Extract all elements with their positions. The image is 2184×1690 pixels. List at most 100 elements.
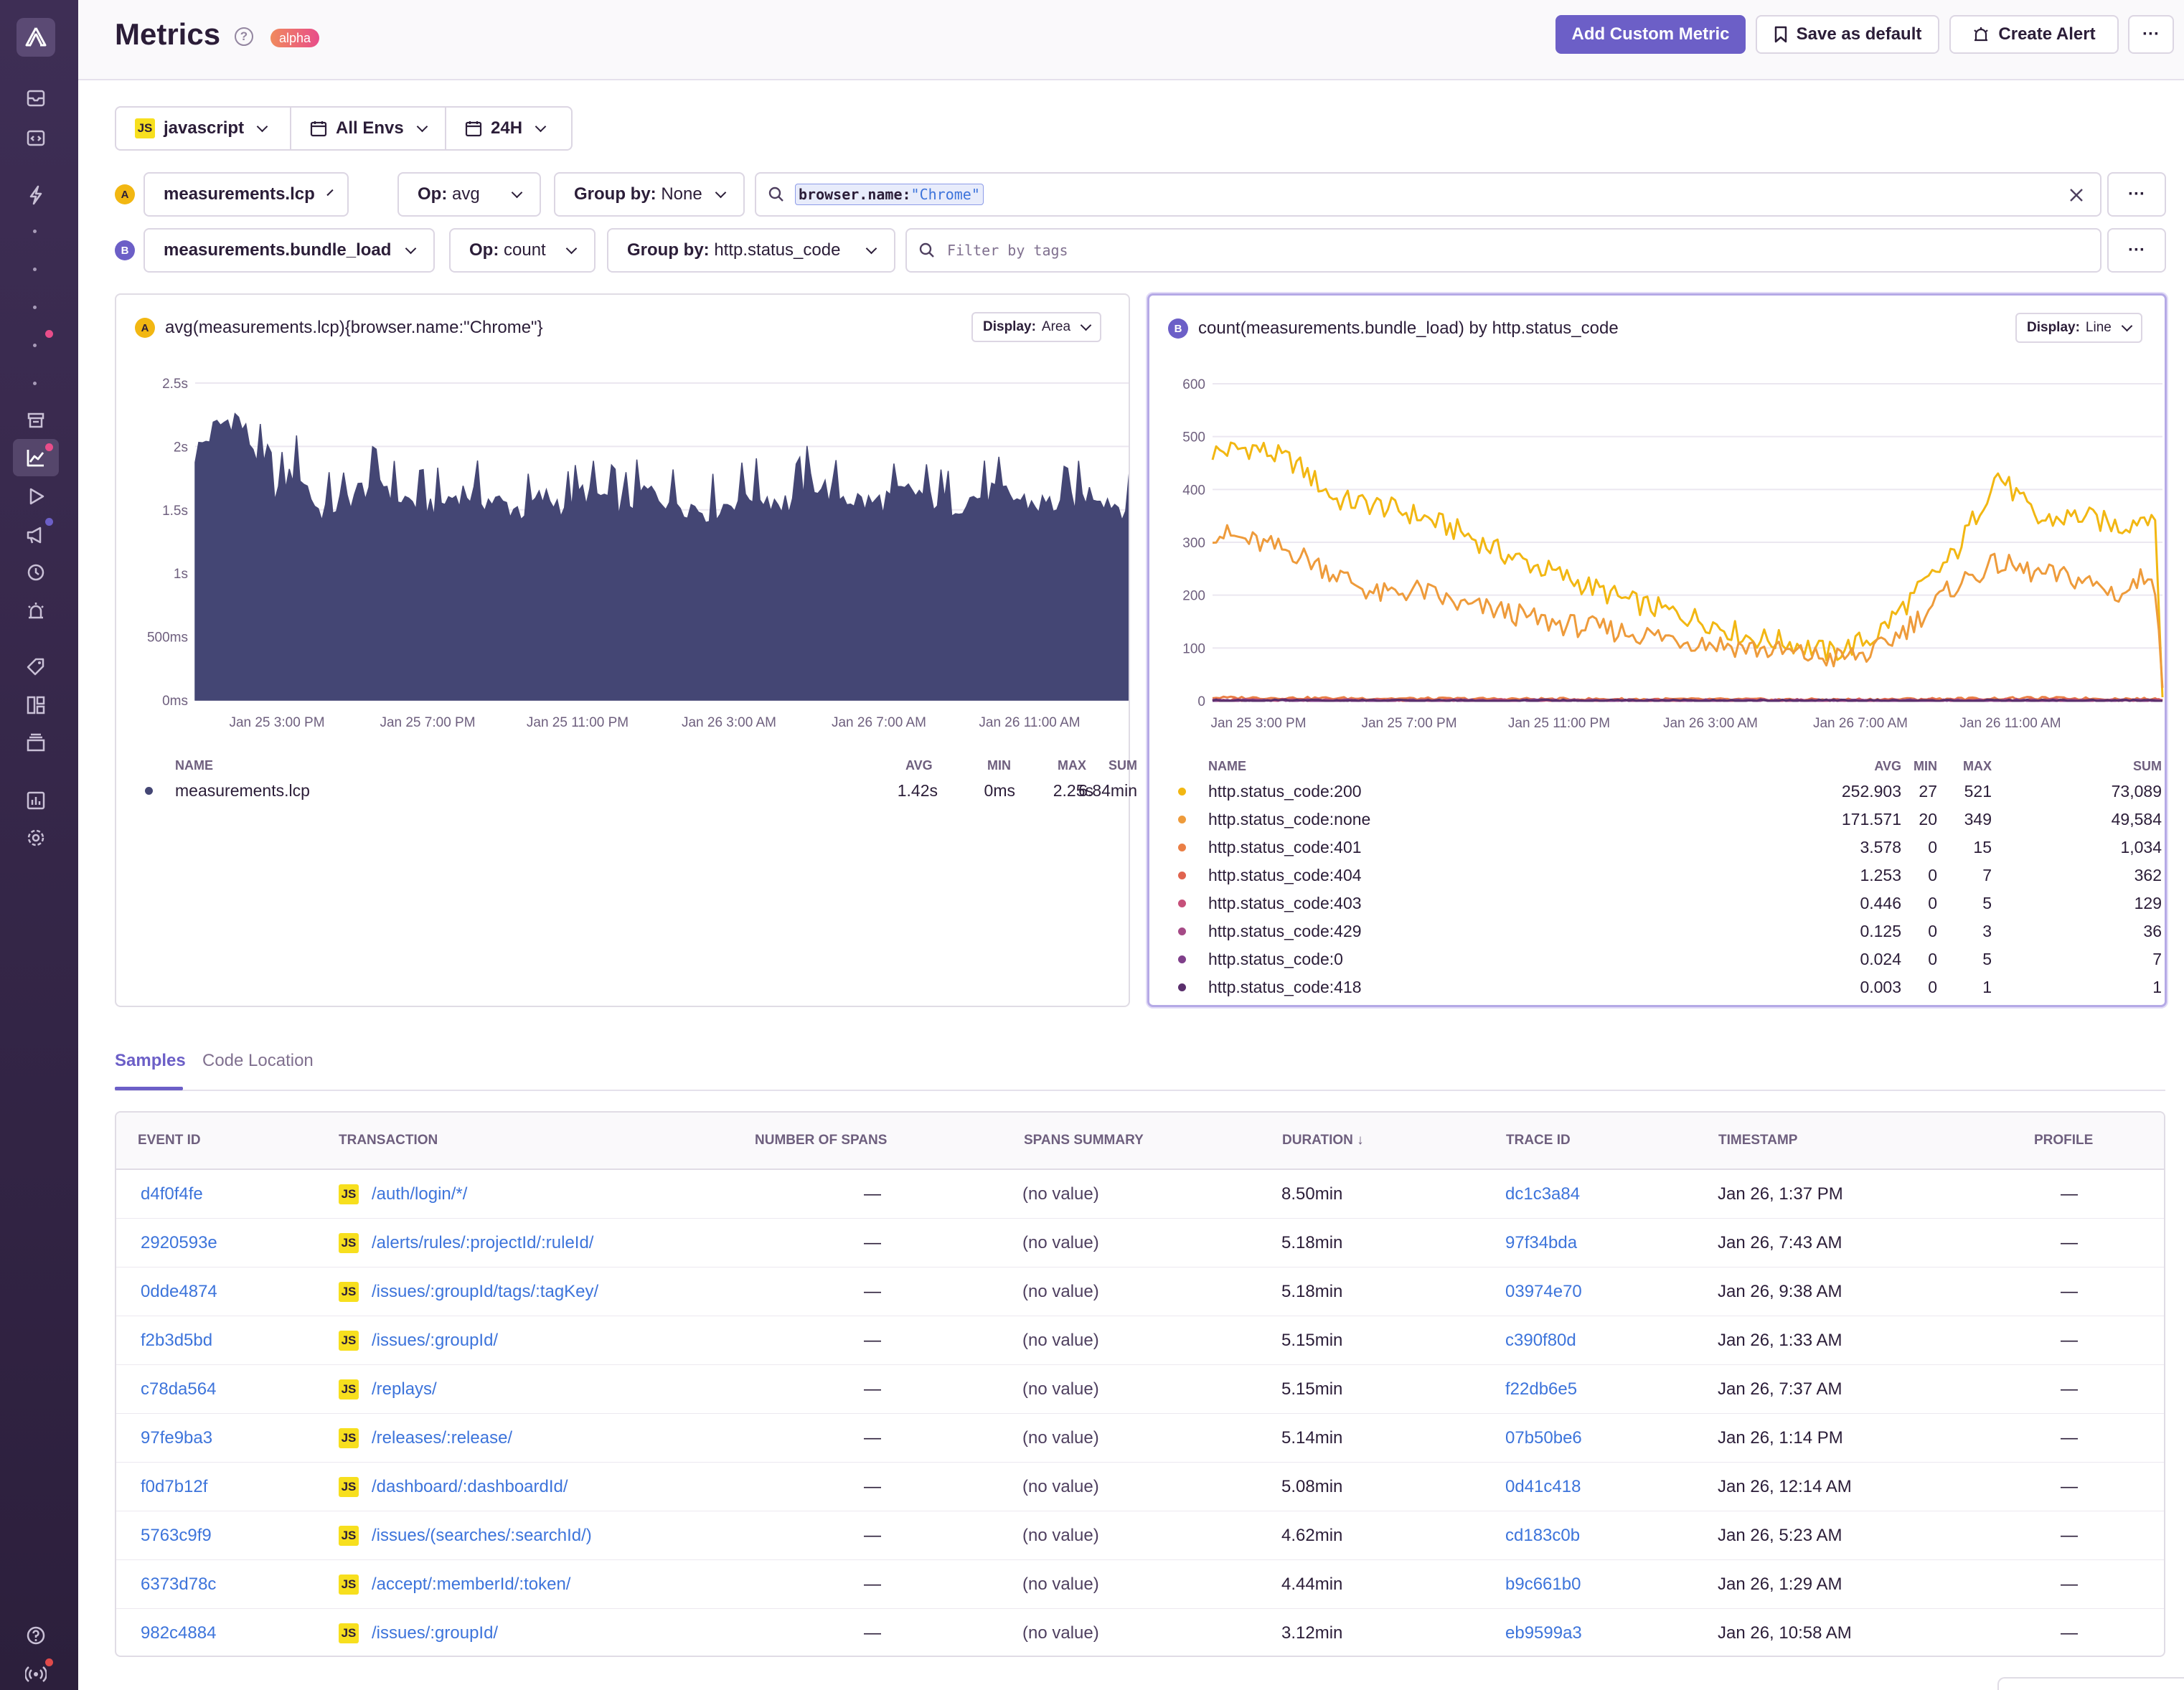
tab-samples[interactable]: Samples <box>115 1051 186 1071</box>
area-series[interactable] <box>194 412 1129 701</box>
area-chart[interactable]: 0ms 500ms 1s 1.5s 2s 2.5s Jan 25 3:00 PM Jan 25… <box>116 295 1129 740</box>
create-alert-button[interactable]: Create Alert <box>1949 15 2119 54</box>
event-id-link[interactable]: d4f0f4fe <box>141 1184 203 1204</box>
transaction-link[interactable]: /dashboard/:dashboardId/ <box>372 1477 568 1497</box>
column-header-spans-summary[interactable]: SPANS SUMMARY <box>1024 1133 1144 1148</box>
trace-id-link[interactable]: cd183c0b <box>1505 1526 1580 1546</box>
event-id-link[interactable]: 5763c9f9 <box>141 1526 212 1546</box>
event-id-link[interactable]: 97fe9ba3 <box>141 1428 212 1448</box>
add-custom-metric-button[interactable]: Add Custom Metric <box>1555 15 1746 54</box>
alerts-icon[interactable] <box>23 598 49 624</box>
event-id-link[interactable]: 982c4884 <box>141 1623 216 1643</box>
trace-id-link[interactable]: f22db6e5 <box>1505 1379 1577 1399</box>
tag-filter-input-b[interactable]: Filter by tags <box>905 228 2101 273</box>
transaction-link[interactable]: /issues/(searches/:searchId/) <box>372 1526 592 1546</box>
column-header-transaction[interactable]: TRANSACTION <box>339 1133 438 1148</box>
save-as-default-button[interactable]: Save as default <box>1756 15 1939 54</box>
trace-id-link[interactable]: 03974e70 <box>1505 1282 1582 1302</box>
column-header-trace-id[interactable]: TRACE ID <box>1506 1133 1571 1148</box>
replays-icon[interactable] <box>23 483 49 509</box>
group-by-selector-b[interactable]: Group by: http.status_code <box>607 228 895 273</box>
column-header-timestamp[interactable]: TIMESTAMP <box>1718 1133 1797 1148</box>
query-a-more-button[interactable]: ··· <box>2107 172 2166 217</box>
column-header-duration[interactable]: DURATION ↓ <box>1282 1133 1364 1148</box>
profile[interactable]: — <box>2061 1428 2078 1448</box>
profile[interactable]: — <box>2061 1379 2078 1399</box>
profile[interactable]: — <box>2061 1623 2078 1643</box>
transaction-link[interactable]: /replays/ <box>372 1379 437 1399</box>
nav-dot[interactable] <box>33 344 37 347</box>
line-series[interactable] <box>1212 524 2164 688</box>
trace-id-link[interactable]: c390f80d <box>1505 1331 1576 1351</box>
feedback-icon[interactable] <box>23 522 49 548</box>
op-selector-b[interactable]: Op: count <box>449 228 596 273</box>
legend-series-name[interactable]: http.status_code:404 <box>1208 866 1362 885</box>
trace-id-link[interactable]: 97f34bda <box>1505 1233 1577 1253</box>
legend-series-name[interactable]: http.status_code:429 <box>1208 922 1362 941</box>
stats-icon[interactable] <box>23 788 49 813</box>
sentry-logo-icon[interactable] <box>17 18 55 57</box>
help-icon[interactable] <box>23 1623 49 1648</box>
metric-widget-a[interactable]: A avg(measurements.lcp){browser.name:"Ch… <box>115 293 1137 1007</box>
tab-code-location[interactable]: Code Location <box>202 1051 314 1071</box>
question-icon[interactable]: ? <box>235 27 253 46</box>
trace-id-link[interactable]: dc1c3a84 <box>1505 1184 1580 1204</box>
event-id-link[interactable]: 6373d78c <box>141 1575 216 1595</box>
discover-icon[interactable] <box>23 692 49 718</box>
clear-close-icon[interactable] <box>2068 187 2084 203</box>
profile[interactable]: — <box>2061 1233 2078 1253</box>
trace-id-link[interactable]: eb9599a3 <box>1505 1623 1582 1643</box>
column-header-profile[interactable]: PROFILE <box>2034 1133 2093 1148</box>
transaction-link[interactable]: /issues/:groupId/ <box>372 1331 498 1351</box>
settings-gear-icon[interactable] <box>23 825 49 851</box>
column-header-number-of-spans[interactable]: NUMBER OF SPANS <box>755 1133 887 1148</box>
nav-dot[interactable] <box>33 268 37 271</box>
tag-filter-input-a[interactable]: browser.name:"Chrome" <box>755 172 2101 217</box>
legend-series-name[interactable]: http.status_code:0 <box>1208 950 1343 969</box>
performance-icon[interactable] <box>23 182 49 208</box>
profile[interactable]: — <box>2061 1526 2078 1546</box>
legend-series-name[interactable]: http.status_code:403 <box>1208 894 1362 913</box>
transaction-link[interactable]: /issues/:groupId/tags/:tagKey/ <box>372 1282 598 1302</box>
profile[interactable]: — <box>2061 1477 2078 1497</box>
releases-icon[interactable] <box>23 654 49 680</box>
trace-id-link[interactable]: 07b50be6 <box>1505 1428 1582 1448</box>
trace-id-link[interactable]: 0d41c418 <box>1505 1477 1581 1497</box>
nav-dot[interactable] <box>33 382 37 385</box>
transaction-link[interactable]: /releases/:release/ <box>372 1428 512 1448</box>
nav-dot[interactable] <box>33 306 37 309</box>
transaction-link[interactable]: /alerts/rules/:projectId/:ruleId/ <box>372 1233 593 1253</box>
more-actions-button[interactable]: ··· <box>2128 15 2174 54</box>
project-selector[interactable]: JS javascript <box>115 106 291 151</box>
line-series[interactable] <box>1211 441 2164 698</box>
legend-series-name[interactable]: http.status_code:none <box>1208 810 1370 829</box>
legend-series-name[interactable]: http.status_code:401 <box>1208 838 1362 857</box>
profile[interactable]: — <box>2061 1575 2078 1595</box>
inbox-icon[interactable] <box>23 85 49 111</box>
filter-token[interactable]: browser.name:"Chrome" <box>795 184 984 205</box>
line-chart[interactable]: 0 100 200 300 400 500 600 Jan 25 3:00 PM Jan 25 … <box>1149 296 2165 740</box>
date-range-selector[interactable]: 24H <box>445 106 573 151</box>
trace-id-link[interactable]: b9c661b0 <box>1505 1575 1581 1595</box>
projects-icon[interactable] <box>23 125 49 151</box>
profile[interactable]: — <box>2061 1331 2078 1351</box>
broadcasts-icon[interactable] <box>23 1661 49 1687</box>
metric-widget-b[interactable]: B count(measurements.bundle_load) by htt… <box>1147 293 2167 1007</box>
query-b-more-button[interactable]: ··· <box>2107 228 2166 273</box>
legend-series-name[interactable]: http.status_code:200 <box>1208 782 1362 801</box>
op-selector-a[interactable]: Op: avg <box>397 172 541 217</box>
event-id-link[interactable]: 0dde4874 <box>141 1282 217 1302</box>
transaction-link[interactable]: /auth/login/*/ <box>372 1184 467 1204</box>
legend-series-name[interactable]: http.status_code:418 <box>1208 978 1362 997</box>
legend-series-name[interactable]: measurements.lcp <box>175 781 310 801</box>
group-by-selector-a[interactable]: Group by: None <box>554 172 745 217</box>
transaction-link[interactable]: /accept/:memberId/:token/ <box>372 1575 570 1595</box>
profile[interactable]: — <box>2061 1282 2078 1302</box>
archive-icon[interactable] <box>23 730 49 756</box>
event-id-link[interactable]: f2b3d5bd <box>141 1331 212 1351</box>
nav-dot[interactable] <box>33 230 37 233</box>
column-header-event-id[interactable]: EVENT ID <box>138 1133 201 1148</box>
crons-icon[interactable] <box>23 560 49 585</box>
event-id-link[interactable]: f0d7b12f <box>141 1477 207 1497</box>
environment-selector[interactable]: All Envs <box>290 106 446 151</box>
